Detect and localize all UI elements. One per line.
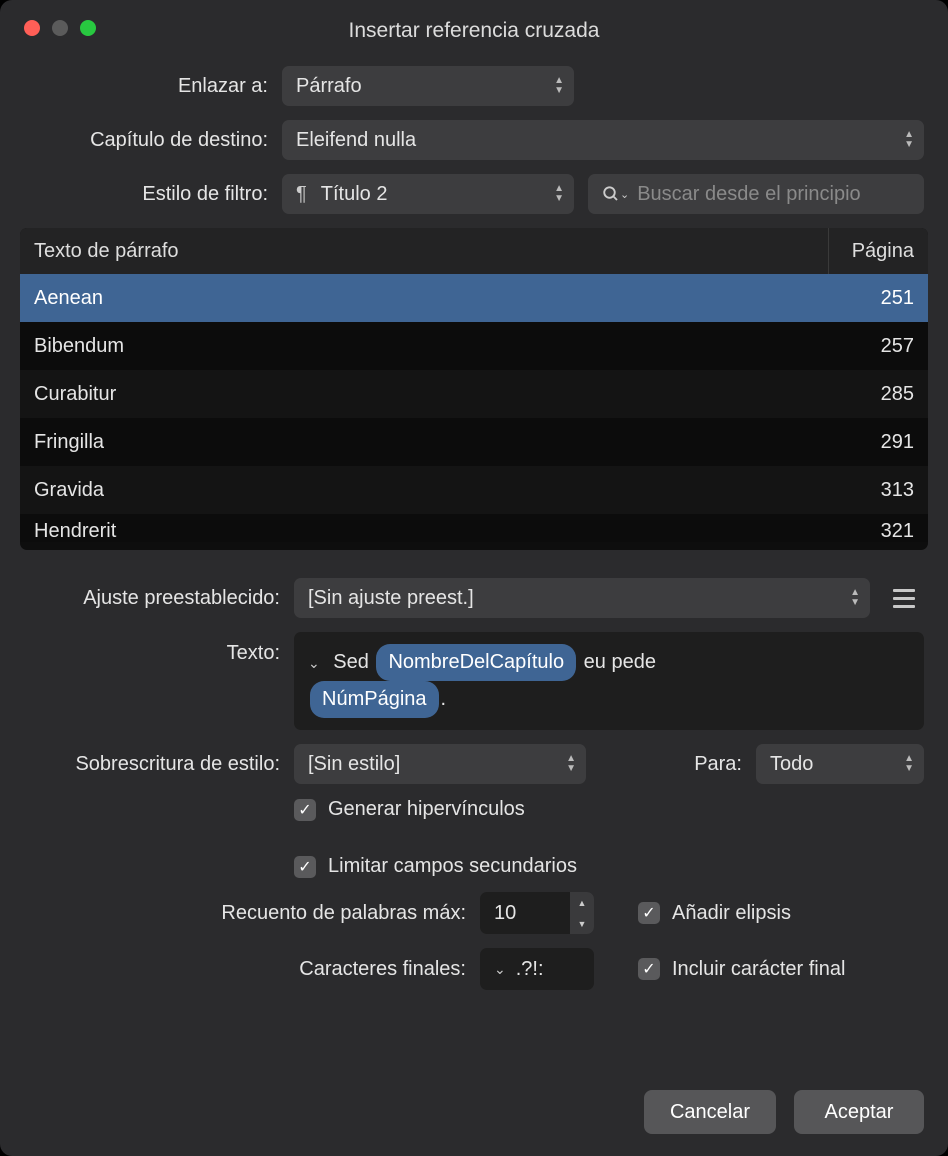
checkmark-icon: ✓ <box>638 958 660 980</box>
add-ellipsis-label: Añadir elipsis <box>672 902 791 925</box>
table-header: Texto de párrafo Página <box>20 228 928 274</box>
text-suffix: . <box>441 688 447 710</box>
dest-chapter-value: Eleifend nulla <box>296 129 416 152</box>
chevron-updown-icon: ▲▼ <box>554 185 564 203</box>
row-page: 257 <box>828 335 928 358</box>
chevron-updown-icon: ▲▼ <box>904 755 914 773</box>
text-prefix: Sed <box>333 651 374 673</box>
max-words-label: Recuento de palabras máx: <box>24 902 466 925</box>
link-to-value: Párrafo <box>296 75 362 98</box>
chevron-down-icon[interactable]: ⌄ <box>308 652 320 676</box>
stepper-buttons[interactable]: ▲▼ <box>570 892 594 934</box>
table-row[interactable]: Hendrerit321 <box>20 514 928 542</box>
row-text: Gravida <box>20 479 828 502</box>
table-row[interactable]: Fringilla291 <box>20 418 928 466</box>
preset-menu-button[interactable] <box>884 578 924 618</box>
row-text: Curabitur <box>20 383 828 406</box>
row-text: Fringilla <box>20 431 828 454</box>
chevron-updown-icon: ▲▼ <box>904 131 914 149</box>
cancel-button[interactable]: Cancelar <box>644 1090 776 1134</box>
style-override-select[interactable]: [Sin estilo] ▲▼ <box>294 744 586 784</box>
dest-chapter-label: Capítulo de destino: <box>24 129 268 152</box>
zoom-icon[interactable] <box>80 20 96 36</box>
chapter-name-token[interactable]: NombreDelCapítulo <box>376 644 576 681</box>
cancel-button-label: Cancelar <box>670 1101 750 1124</box>
window-title: Insertar referencia cruzada <box>0 19 948 43</box>
row-page: 251 <box>828 287 928 310</box>
table-row[interactable]: Bibendum257 <box>20 322 928 370</box>
filter-style-value: Título 2 <box>321 183 388 206</box>
add-ellipsis-checkbox[interactable]: ✓ Añadir elipsis <box>638 902 791 925</box>
col-page-header: Página <box>828 228 928 274</box>
for-select[interactable]: Todo ▲▼ <box>756 744 924 784</box>
window-controls <box>24 20 96 36</box>
limit-secondary-checkbox[interactable]: ✓ Limitar campos secundarios <box>294 855 577 878</box>
row-page: 291 <box>828 431 928 454</box>
filter-style-select[interactable]: ¶ Título 2 ▲▼ <box>282 174 574 214</box>
hamburger-icon <box>893 589 915 592</box>
final-chars-input[interactable]: ⌄ .?!: <box>480 948 594 990</box>
checkmark-icon: ✓ <box>638 902 660 924</box>
row-text: Aenean <box>20 287 828 310</box>
dest-chapter-select[interactable]: Eleifend nulla ▲▼ <box>282 120 924 160</box>
text-mid: eu pede <box>578 651 656 673</box>
max-words-value: 10 <box>494 902 516 925</box>
generate-hyperlinks-checkbox[interactable]: ✓ Generar hipervínculos <box>294 798 525 821</box>
row-page: 285 <box>828 383 928 406</box>
chevron-updown-icon: ▲▼ <box>566 755 576 773</box>
checkmark-icon: ✓ <box>294 856 316 878</box>
style-override-label: Sobrescritura de estilo: <box>24 753 280 776</box>
titlebar: Insertar referencia cruzada <box>0 0 948 54</box>
cross-reference-dialog: Insertar referencia cruzada Enlazar a: P… <box>0 0 948 1156</box>
chevron-updown-icon: ▲▼ <box>850 589 860 607</box>
preset-value: [Sin ajuste preest.] <box>308 587 474 610</box>
search-placeholder: Buscar desde el principio <box>637 183 860 206</box>
row-text: Hendrerit <box>20 520 828 542</box>
minimize-icon[interactable] <box>52 20 68 36</box>
row-page: 313 <box>828 479 928 502</box>
final-chars-value: .?!: <box>516 958 544 981</box>
for-value: Todo <box>770 753 813 776</box>
link-to-label: Enlazar a: <box>24 75 268 98</box>
paragraph-table[interactable]: Texto de párrafo Página Aenean251Bibendu… <box>20 228 928 550</box>
for-label: Para: <box>684 753 742 776</box>
table-row[interactable]: Curabitur285 <box>20 370 928 418</box>
row-page: 321 <box>828 520 928 542</box>
generate-hyperlinks-label: Generar hipervínculos <box>328 798 525 821</box>
table-row[interactable]: Gravida313 <box>20 466 928 514</box>
link-to-select[interactable]: Párrafo ▲▼ <box>282 66 574 106</box>
table-row[interactable]: Aenean251 <box>20 274 928 322</box>
search-icon: ⌄ <box>602 185 629 203</box>
include-final-char-label: Incluir carácter final <box>672 958 845 981</box>
text-label: Texto: <box>24 632 280 665</box>
style-override-value: [Sin estilo] <box>308 753 400 776</box>
filter-style-label: Estilo de filtro: <box>24 183 268 206</box>
preset-select[interactable]: [Sin ajuste preest.] ▲▼ <box>294 578 870 618</box>
preset-label: Ajuste preestablecido: <box>24 587 280 610</box>
search-input[interactable]: ⌄ Buscar desde el principio <box>588 174 924 214</box>
chevron-down-icon[interactable]: ⌄ <box>494 961 506 978</box>
max-words-stepper[interactable]: 10 ▲▼ <box>480 892 594 934</box>
col-text-header: Texto de párrafo <box>20 240 828 263</box>
limit-secondary-label: Limitar campos secundarios <box>328 855 577 878</box>
accept-button[interactable]: Aceptar <box>794 1090 924 1134</box>
row-text: Bibendum <box>20 335 828 358</box>
include-final-char-checkbox[interactable]: ✓ Incluir carácter final <box>638 958 845 981</box>
close-icon[interactable] <box>24 20 40 36</box>
text-template-field[interactable]: ⌄ Sed NombreDelCapítulo eu pede NúmPágin… <box>294 632 924 730</box>
checkmark-icon: ✓ <box>294 799 316 821</box>
pilcrow-icon: ¶ <box>296 183 307 206</box>
page-number-token[interactable]: NúmPágina <box>310 681 439 718</box>
accept-button-label: Aceptar <box>825 1101 894 1124</box>
final-chars-label: Caracteres finales: <box>24 958 466 981</box>
chevron-updown-icon: ▲▼ <box>554 77 564 95</box>
